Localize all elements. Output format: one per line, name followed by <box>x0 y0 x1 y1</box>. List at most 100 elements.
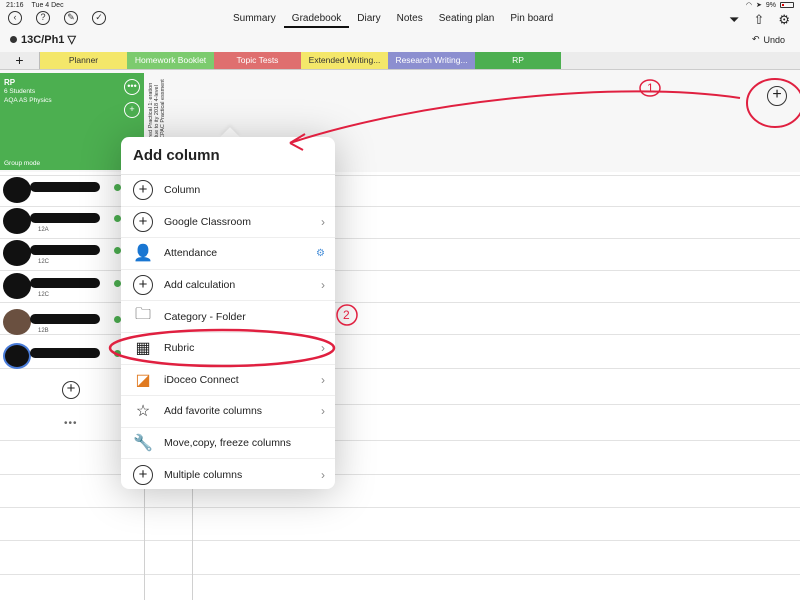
menu-item-label: Google Classroom <box>164 215 251 228</box>
chevron-right-icon: › <box>321 214 325 229</box>
category-research-writing[interactable]: Research Writing... <box>388 52 475 69</box>
chevron-right-icon: › <box>321 372 325 387</box>
menu-item-move-copy-freeze[interactable]: 🔧 Move,copy, freeze columns <box>121 428 335 460</box>
help-icon[interactable]: ? <box>36 11 50 25</box>
student-row[interactable] <box>0 340 121 370</box>
share-icon[interactable]: ⇧ <box>753 12 764 28</box>
student-year: 12A <box>38 227 49 233</box>
menu-item-column[interactable]: + Column <box>121 175 335 207</box>
menu-item-idoceo-connect[interactable]: ◪ iDoceo Connect › <box>121 365 335 397</box>
menu-item-add-calculation[interactable]: + Add calculation › <box>121 270 335 302</box>
avatar <box>3 273 31 299</box>
menu-item-attendance[interactable]: 👤 Attendance ⚙ <box>121 238 335 270</box>
app-icon: ◪ <box>135 371 151 389</box>
tab-summary[interactable]: Summary <box>225 13 284 28</box>
group-mode-label: Group mode <box>4 160 41 167</box>
add-column-popover: Add column + Column + Google Classroom ›… <box>121 137 335 489</box>
chevron-right-icon: › <box>321 278 325 293</box>
plus-circle-icon: + <box>131 211 155 233</box>
card-add-button[interactable]: + <box>124 102 140 118</box>
student-status-dot <box>114 184 121 191</box>
tab-seating-plan[interactable]: Seating plan <box>431 13 503 28</box>
category-bar: + Planner Homework Booklet Topic Tests E… <box>0 52 800 70</box>
calculator-icon: + <box>131 274 155 296</box>
class-color-dot <box>10 36 17 43</box>
status-time: 21:16 <box>6 1 24 9</box>
avatar <box>3 208 31 234</box>
student-status-dot <box>114 247 121 254</box>
menu-item-label: Rubric <box>164 342 195 355</box>
gear-icon[interactable]: ⚙ <box>316 248 325 259</box>
menu-item-google-classroom[interactable]: + Google Classroom › <box>121 207 335 239</box>
category-planner[interactable]: Planner <box>40 52 127 69</box>
tools-icon[interactable]: ✎ <box>64 11 78 25</box>
category-homework-booklet[interactable]: Homework Booklet <box>127 52 214 69</box>
more-icon[interactable]: ••• <box>64 418 78 429</box>
tab-diary[interactable]: Diary <box>349 13 388 28</box>
student-status-dot <box>114 280 121 287</box>
student-status-dot <box>114 350 121 357</box>
menu-item-label: Category - Folder <box>164 310 246 323</box>
annotation-label-two: 2 <box>343 308 350 322</box>
menu-item-label: Move,copy, freeze columns <box>164 437 292 450</box>
annotation-label-one: 1 <box>647 81 654 95</box>
category-rp[interactable]: RP <box>475 52 561 69</box>
battery-percent: 9% <box>765 1 776 9</box>
menu-item-label: iDoceo Connect <box>164 373 239 386</box>
student-row[interactable]: 12C <box>0 270 121 300</box>
menu-item-multiple-columns[interactable]: + Multiple columns › <box>121 459 335 489</box>
chevron-right-icon: › <box>321 468 325 483</box>
menu-item-label: Multiple columns <box>164 469 243 482</box>
class-selector-label: 13C/Ph1 ▽ <box>21 34 76 46</box>
top-navigation: ‹ ? ✎ ✓ Summary Gradebook Diary Notes Se… <box>0 10 800 30</box>
avatar <box>3 177 31 203</box>
folder-icon: 🗀 <box>134 306 151 324</box>
menu-item-category-folder[interactable]: 🗀 Category - Folder <box>121 301 335 333</box>
annotation-arrow <box>289 90 741 144</box>
menu-item-label: Attendance <box>164 247 218 260</box>
menu-item-label: Add calculation <box>164 279 236 292</box>
battery-icon <box>780 2 794 8</box>
avatar <box>3 343 31 369</box>
chevron-right-icon: › <box>321 404 325 419</box>
add-student-button[interactable]: + <box>62 381 80 399</box>
add-category-button[interactable]: + <box>0 52 40 69</box>
more-options-button[interactable]: ••• <box>124 79 140 95</box>
tab-pin-board[interactable]: Pin board <box>502 13 561 28</box>
student-row[interactable] <box>0 174 121 204</box>
menu-item-favorite-columns[interactable]: ☆ Add favorite columns › <box>121 396 335 428</box>
settings-icon[interactable]: ⚙ <box>778 12 790 28</box>
filter-icon[interactable]: ⏷ <box>729 12 739 28</box>
category-topic-tests[interactable]: Topic Tests <box>214 52 301 69</box>
tab-notes[interactable]: Notes <box>389 13 431 28</box>
back-icon[interactable]: ‹ <box>8 11 22 25</box>
plus-gear-icon: + <box>131 464 155 486</box>
avatar <box>3 240 31 266</box>
menu-item-rubric[interactable]: ▦ Rubric › <box>121 333 335 365</box>
checkmark-icon[interactable]: ✓ <box>92 11 106 25</box>
student-year: 12B <box>38 328 49 334</box>
wrench-icon: 🔧 <box>133 435 153 453</box>
plus-circle-icon: + <box>131 179 155 201</box>
popover-title: Add column <box>121 137 335 175</box>
student-year: 12C <box>38 259 50 265</box>
location-icon: ➤ <box>756 2 762 9</box>
person-icon: 👤 <box>133 245 153 263</box>
add-column-button[interactable]: + <box>767 86 787 106</box>
student-row[interactable]: 12A <box>0 205 121 235</box>
class-selector[interactable]: 13C/Ph1 ▽ <box>10 33 76 46</box>
student-row[interactable]: 12C <box>0 237 121 267</box>
status-bar: 21:16 Tue 4 Dec ◠ ➤ 9% <box>0 0 800 10</box>
menu-item-label: Add favorite columns <box>164 405 263 418</box>
column-header[interactable]: ired Practical 1: eration due to ity 201… <box>146 73 190 141</box>
gradebook-grid <box>0 172 800 600</box>
class-card-course: AQA AS Physics <box>4 97 52 104</box>
category-extended-writing[interactable]: Extended Writing... <box>301 52 388 69</box>
undo-button[interactable]: ↶ Undo <box>752 34 785 45</box>
tab-gradebook[interactable]: Gradebook <box>283 13 350 28</box>
student-row[interactable]: 12B <box>0 306 121 336</box>
nav-tabs: Summary Gradebook Diary Notes Seating pl… <box>225 13 561 28</box>
grid-icon: ▦ <box>135 340 151 358</box>
chevron-right-icon: › <box>321 341 325 356</box>
student-status-dot <box>114 215 121 222</box>
